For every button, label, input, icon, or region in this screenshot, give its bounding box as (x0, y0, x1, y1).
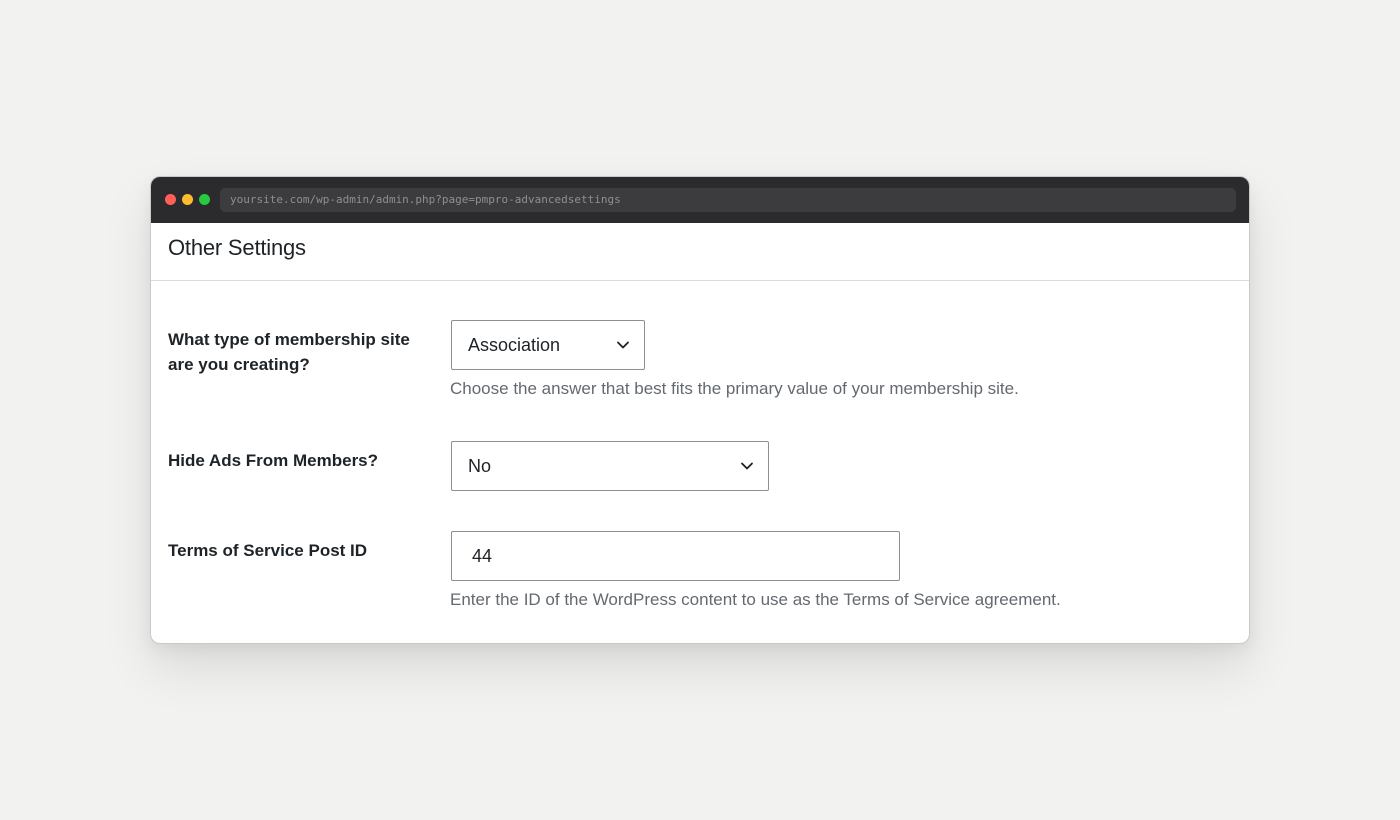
hide-ads-label: Hide Ads From Members? (168, 451, 379, 470)
site-type-selected-value: Association (468, 335, 561, 355)
tos-post-id-help-text: Enter the ID of the WordPress content to… (450, 590, 1061, 609)
site-type-help-text: Choose the answer that best fits the pri… (450, 379, 1019, 398)
tos-post-id-input[interactable] (451, 531, 900, 581)
hide-ads-select[interactable]: No (451, 441, 769, 491)
tos-post-id-label: Terms of Service Post ID (168, 541, 368, 560)
browser-window: yoursite.com/wp-admin/admin.php?page=pmp… (150, 176, 1250, 644)
browser-titlebar: yoursite.com/wp-admin/admin.php?page=pmp… (151, 177, 1249, 223)
address-bar[interactable]: yoursite.com/wp-admin/admin.php?page=pmp… (220, 188, 1236, 212)
page-title: Other Settings (168, 235, 306, 260)
hide-ads-selected-value: No (468, 456, 492, 476)
chevron-down-icon (741, 462, 753, 470)
chevron-down-icon (617, 341, 629, 349)
close-window-button[interactable] (165, 194, 176, 205)
site-type-select[interactable]: Association (451, 320, 645, 370)
page-header: Other Settings (151, 223, 1249, 281)
maximize-window-button[interactable] (199, 194, 210, 205)
minimize-window-button[interactable] (182, 194, 193, 205)
site-type-label: What type of membership site are you cre… (168, 330, 410, 374)
